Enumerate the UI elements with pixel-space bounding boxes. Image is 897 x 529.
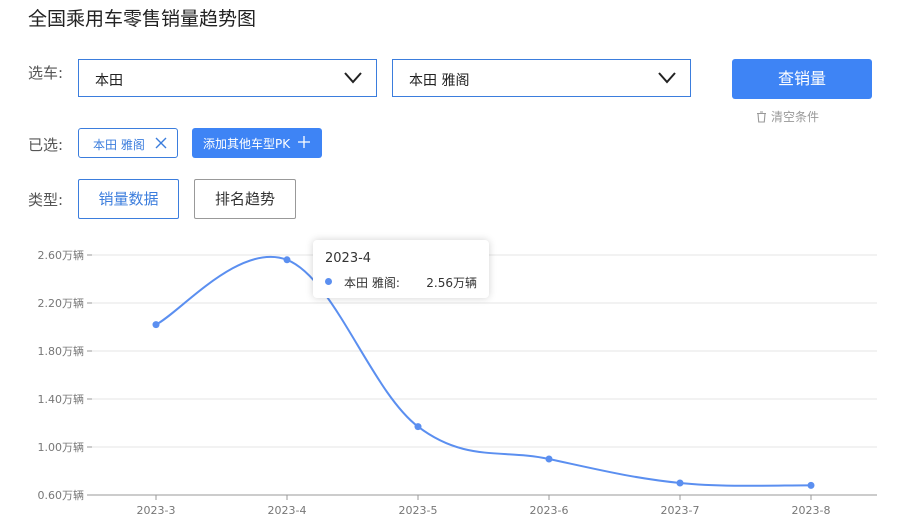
x-tick-label: 2023-8 <box>792 504 831 517</box>
x-tick-label: 2023-6 <box>530 504 569 517</box>
data-point <box>676 479 684 487</box>
x-tick-label: 2023-3 <box>137 504 176 517</box>
x-tick-label: 2023-4 <box>268 504 307 517</box>
brand-select[interactable]: 本田 <box>78 59 377 97</box>
y-tick-label: 2.20万辆 <box>38 296 85 310</box>
data-point <box>545 455 553 463</box>
close-icon[interactable] <box>155 137 167 149</box>
type-label: 类型: <box>28 191 64 209</box>
y-tick-label: 1.40万辆 <box>38 392 85 406</box>
selected-tag[interactable]: 本田 雅阁 <box>78 128 178 158</box>
y-tick-label: 2.60万辆 <box>38 248 85 262</box>
x-tick-label: 2023-7 <box>661 504 700 517</box>
tooltip-series-name: 本田 雅阁: <box>344 276 400 290</box>
selected-label: 已选: <box>28 136 64 154</box>
data-point <box>414 423 422 431</box>
chevron-down-icon <box>344 72 362 84</box>
tab-ranking-trend[interactable]: 排名趋势 <box>194 179 296 219</box>
add-model-pk-label: 添加其他车型PK <box>203 137 291 151</box>
y-tick-label: 0.60万辆 <box>38 488 85 502</box>
clear-conditions-label: 清空条件 <box>771 110 820 124</box>
chart-tooltip: 2023-4 本田 雅阁: 2.56万辆 <box>313 240 489 298</box>
tooltip-series-marker <box>325 278 332 285</box>
chevron-down-icon <box>658 72 676 84</box>
model-select[interactable]: 本田 雅阁 <box>392 59 691 97</box>
tooltip-period: 2023-4 <box>325 251 372 266</box>
model-select-value: 本田 雅阁 <box>409 73 470 89</box>
trash-icon <box>757 111 766 123</box>
query-sales-button[interactable]: 查销量 <box>732 59 872 99</box>
selected-tag-label: 本田 雅阁 <box>93 138 145 152</box>
data-point <box>152 321 160 329</box>
tab-sales-data[interactable]: 销量数据 <box>78 179 179 219</box>
y-tick-label: 1.80万辆 <box>38 344 85 358</box>
clear-conditions-button[interactable]: 清空条件 <box>756 108 819 125</box>
x-tick-label: 2023-5 <box>399 504 438 517</box>
y-tick-label: 1.00万辆 <box>38 440 85 454</box>
tooltip-value: 2.56万辆 <box>426 276 477 290</box>
car-filter-label: 选车: <box>28 64 64 82</box>
plus-icon <box>298 136 310 148</box>
data-point <box>283 256 291 264</box>
add-model-pk-button[interactable]: 添加其他车型PK <box>192 128 322 158</box>
data-point <box>807 481 815 489</box>
brand-select-value: 本田 <box>95 73 123 89</box>
page-title: 全国乘用车零售销量趋势图 <box>28 8 257 30</box>
